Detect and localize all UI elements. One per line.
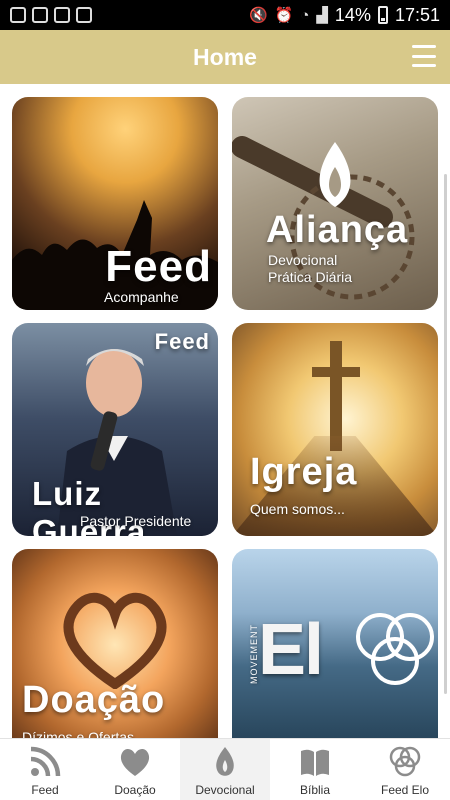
hamburger-menu-icon[interactable] — [412, 45, 436, 67]
rss-icon — [30, 746, 61, 777]
tile-subtitle: Pastor Presidente — [80, 513, 192, 529]
bottom-tab-bar: Feed Doação Devocional Bíblia Feed Elo — [0, 738, 450, 800]
image-icon — [54, 7, 70, 23]
tile-igreja[interactable]: Igreja Quem somos... — [232, 323, 438, 536]
tile-subtitle-line2: Prática Diária — [268, 269, 353, 285]
tile-doacao[interactable]: Doação Dízimos e Ofertas — [12, 549, 218, 738]
tile-title: Aliança — [266, 209, 409, 251]
tile-subtitle: Quem somos... — [250, 501, 345, 517]
clock: 17:51 — [394, 4, 440, 25]
scrollbar[interactable] — [444, 174, 447, 694]
tile-title: Feed — [105, 242, 212, 291]
heart-icon — [120, 748, 150, 776]
tab-feed[interactable]: Feed — [0, 739, 90, 800]
tile-subtitle: Acompanhe — [104, 289, 179, 305]
app-bar: Home — [0, 30, 450, 84]
tile-feed[interactable]: Feed Acompanhe — [12, 97, 218, 310]
notification-icon — [10, 7, 26, 23]
tab-doacao[interactable]: Doação — [90, 739, 180, 800]
notification-icons — [10, 7, 92, 23]
tile-elo[interactable]: El MOVEMENT — [232, 549, 438, 738]
tile-subtitle: Dízimos e Ofertas — [22, 729, 135, 738]
tile-title: El — [258, 610, 324, 690]
signal-icon: ▟ — [316, 7, 328, 24]
tile-tag: Feed — [154, 329, 210, 354]
tab-label: Feed — [31, 783, 59, 797]
tab-label: Devocional — [195, 783, 255, 797]
tile-alianca[interactable]: Aliança Devocional Prática Diária — [232, 97, 438, 310]
rings-icon — [389, 746, 421, 777]
elo-rings-logo — [356, 613, 434, 685]
flame-icon — [216, 747, 234, 776]
tab-label: Doação — [114, 783, 156, 797]
shield-icon — [32, 7, 48, 23]
tile-title: Igreja — [250, 451, 358, 493]
home-grid: Feed Acompanhe Aliança Devocional Prátic… — [0, 84, 450, 738]
cross-image — [330, 341, 342, 451]
tab-feed-elo[interactable]: Feed Elo — [360, 739, 450, 800]
battery-percent: 14% — [334, 4, 371, 25]
tab-label: Feed Elo — [380, 783, 430, 797]
tab-label: Bíblia — [299, 783, 331, 797]
tile-subtitle-line1: Devocional — [268, 252, 338, 268]
app-icon — [76, 7, 92, 23]
tile-title: Doação — [22, 679, 166, 721]
page-title: Home — [193, 43, 257, 70]
wifi-icon: ◔ — [300, 6, 310, 24]
tab-devocional[interactable]: Devocional — [180, 739, 270, 800]
heart-hands-image — [63, 592, 167, 689]
status-bar: 🔇 ⏰ ◔ ▟ 14% 17:51 — [0, 0, 450, 30]
book-icon — [301, 749, 329, 776]
battery-icon — [377, 6, 388, 24]
mute-icon: 🔇 — [248, 7, 268, 24]
alarm-icon: ⏰ — [274, 7, 294, 24]
tile-luiz-guerra[interactable]: Feed Luiz Guerra Pastor Presidente — [12, 323, 218, 536]
tab-biblia[interactable]: Bíblia — [270, 739, 360, 800]
tile-vertical-text: MOVEMENT — [249, 623, 260, 685]
